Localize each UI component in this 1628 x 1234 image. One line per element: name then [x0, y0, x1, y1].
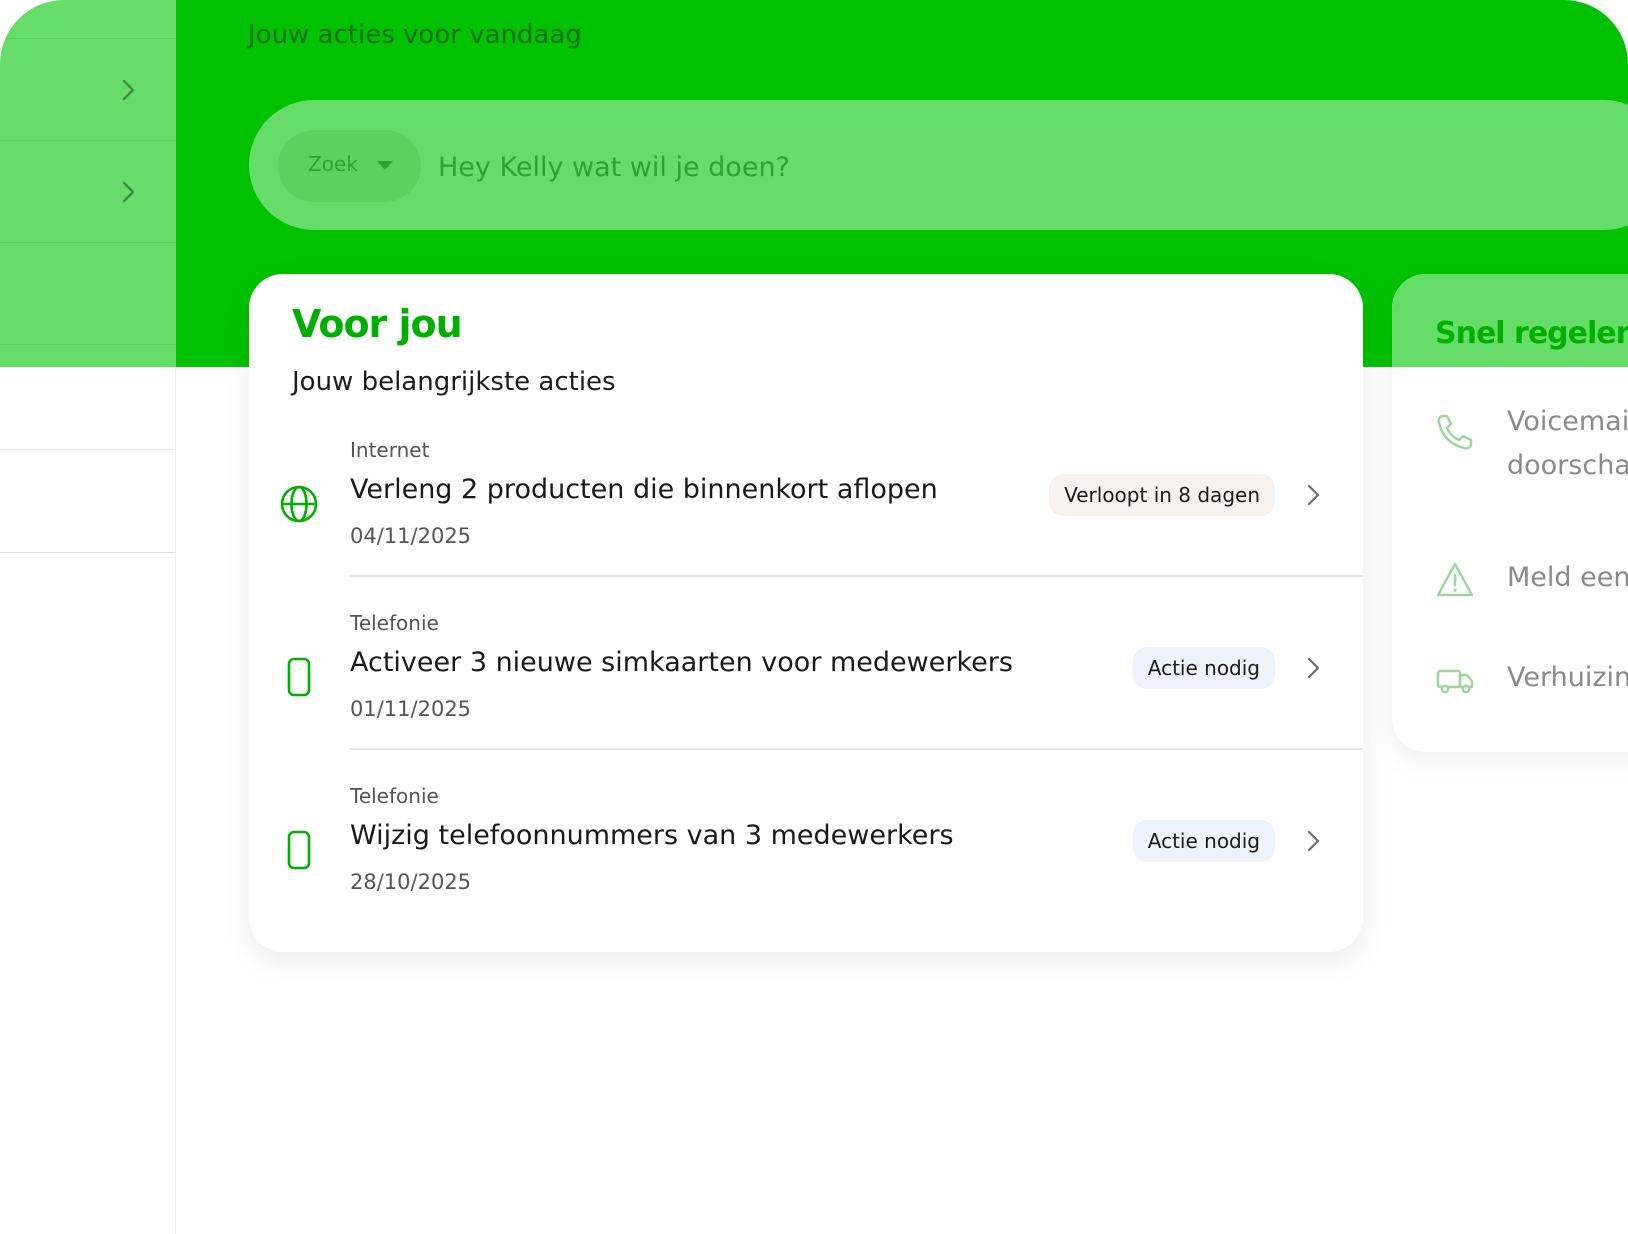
- item-date: 04/11/2025: [350, 524, 472, 548]
- action-item[interactable]: Telefonie Wijzig telefoonnummers van 3 m…: [249, 782, 1363, 954]
- phone-icon: [287, 830, 311, 870]
- search-type-select[interactable]: Zoek: [278, 130, 421, 202]
- item-category: Telefonie: [350, 784, 439, 808]
- quick-item-report[interactable]: Meld een: [1392, 560, 1628, 604]
- truck-icon: [1436, 669, 1474, 694]
- quick-card-title: Snel regelen: [1435, 316, 1628, 351]
- sidebar-divider: [0, 344, 176, 345]
- sidebar-divider: [0, 38, 176, 39]
- caret-down-icon: [377, 161, 393, 170]
- app-frame: Jouw acties voor vandaag Zoek Voor jou J…: [0, 0, 1628, 1234]
- item-category: Telefonie: [350, 611, 439, 635]
- quick-item-label: Meld een: [1507, 562, 1628, 593]
- chevron-right-icon: [1307, 657, 1320, 679]
- quick-item-move[interactable]: Verhuizing: [1392, 660, 1628, 704]
- chevron-right-icon: [1307, 484, 1320, 506]
- status-badge: Actie nodig: [1132, 820, 1275, 862]
- quick-item-label: doorschakelen: [1507, 450, 1628, 481]
- item-title: Verleng 2 producten die binnenkort aflop…: [350, 474, 938, 505]
- sidebar-divider: [0, 449, 176, 450]
- action-item[interactable]: Telefonie Activeer 3 nieuwe simkaarten v…: [249, 609, 1363, 781]
- item-date: 01/11/2025: [350, 697, 472, 721]
- globe-icon: [280, 485, 318, 523]
- warning-icon: [1436, 562, 1474, 597]
- quick-actions-card: Snel regelen Voicemail doorschakelen Mel…: [1392, 274, 1628, 752]
- search-type-label: Zoek: [308, 152, 358, 176]
- sidebar: [0, 0, 176, 367]
- card-subtitle: Jouw belangrijkste acties: [292, 367, 616, 397]
- item-category: Internet: [350, 438, 430, 462]
- sidebar-divider: [0, 552, 176, 553]
- chevron-right-icon[interactable]: [116, 180, 140, 204]
- handset-icon: [1437, 414, 1473, 450]
- phone-icon: [287, 657, 311, 697]
- card-title: Voor jou: [292, 302, 463, 346]
- sidebar-border: [175, 367, 176, 1234]
- item-divider: [350, 748, 1363, 750]
- search-input[interactable]: [436, 142, 1590, 192]
- item-date: 28/10/2025: [350, 870, 472, 894]
- chevron-right-icon[interactable]: [116, 78, 140, 102]
- status-badge: Verloopt in 8 dagen: [1049, 474, 1275, 516]
- sidebar-divider: [0, 242, 176, 243]
- item-divider: [350, 575, 1363, 577]
- sidebar-divider: [0, 140, 176, 141]
- quick-item-voicemail[interactable]: Voicemail doorschakelen: [1392, 406, 1628, 502]
- quick-item-label: Verhuizing: [1507, 662, 1628, 693]
- chevron-right-icon: [1307, 830, 1320, 852]
- quick-item-label: Voicemail: [1507, 406, 1628, 437]
- item-title: Wijzig telefoonnummers van 3 medewerkers: [350, 820, 954, 851]
- action-item[interactable]: Internet Verleng 2 producten die binnenk…: [249, 436, 1363, 608]
- status-badge: Actie nodig: [1132, 647, 1275, 689]
- for-you-card: Voor jou Jouw belangrijkste acties Inter…: [249, 274, 1363, 952]
- greeting-heading: Jouw acties voor vandaag: [248, 20, 582, 50]
- item-title: Activeer 3 nieuwe simkaarten voor medewe…: [350, 647, 1013, 678]
